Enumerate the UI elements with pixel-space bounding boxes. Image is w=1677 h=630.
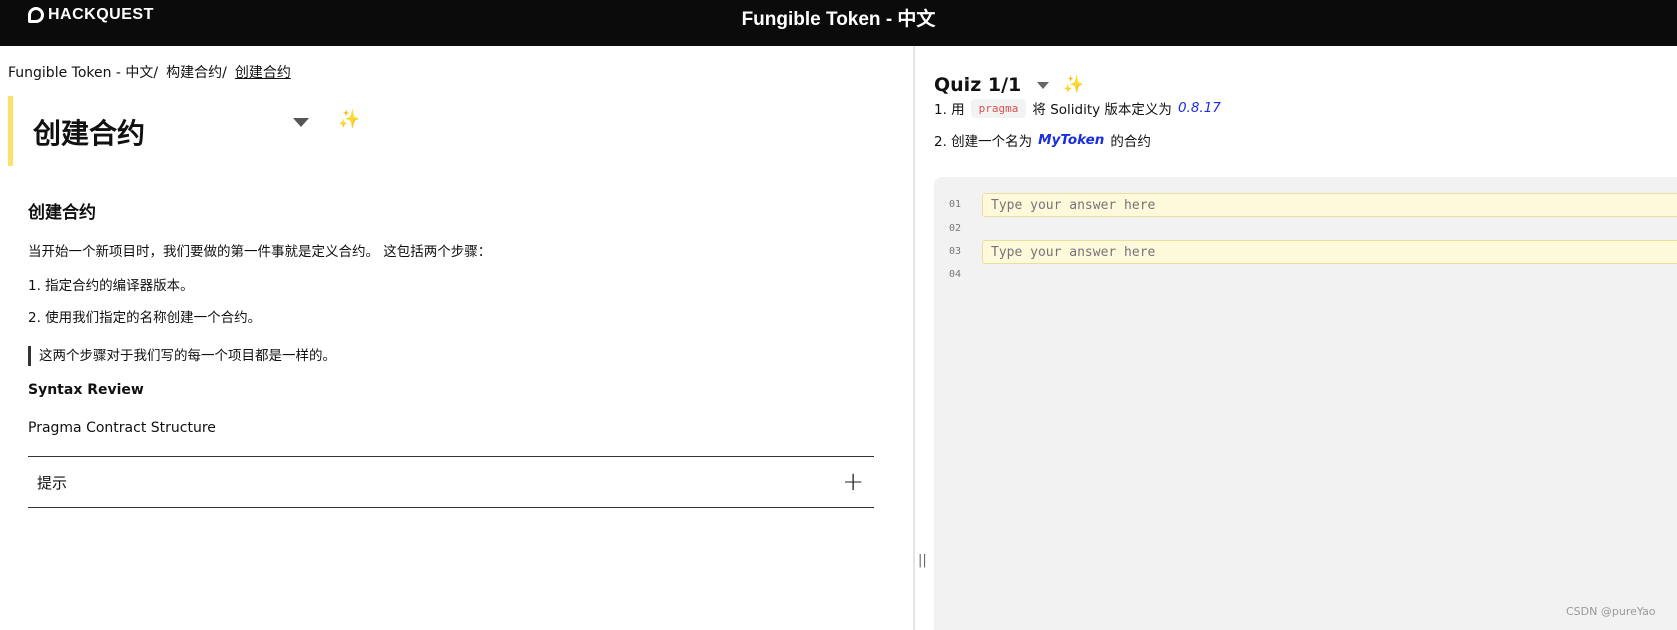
line-number: 02: [949, 223, 962, 234]
task-value: MyToken: [1038, 132, 1105, 148]
breadcrumb-unit[interactable]: 构建合约/: [166, 62, 227, 82]
breadcrumb: Fungible Token - 中文/ 构建合约/ 创建合约: [8, 62, 291, 82]
list-item: 1. 指定合约的编译器版本。: [28, 278, 194, 294]
code-chip: pragma: [970, 98, 1027, 118]
magic-wand-icon[interactable]: ✨: [338, 110, 360, 130]
quiz-pane: Quiz 1/1 ✨ 1. 用 pragma 将 Solidity 版本定义为 …: [915, 46, 1677, 630]
intro-text: 当开始一个新项目时，我们要做的第一件事就是定义合约。 这包括两个步骤：: [28, 244, 492, 260]
task-text: 2. 创建一个名为: [934, 134, 1033, 150]
line-number: 01: [949, 199, 962, 210]
watermark: CSDN @pureYao: [1566, 605, 1656, 618]
quiz-title: Quiz 1/1: [934, 74, 1022, 96]
plus-icon[interactable]: +: [842, 469, 864, 495]
quiz-task-2: 2. 创建一个名为 MyToken 的合约: [934, 130, 1151, 150]
hint-label: 提示: [37, 474, 68, 492]
answer-input-1[interactable]: [982, 193, 1677, 217]
task-text: 将 Solidity 版本定义为: [1032, 102, 1172, 118]
page-title: 创建合约: [33, 117, 146, 150]
lesson-pane: Fungible Token - 中文/ 构建合约/ 创建合约 创建合约 ✨ 创…: [0, 46, 913, 630]
blockquote: 这两个步骤对于我们写的每一个项目都是一样的。: [28, 346, 336, 366]
lesson-title-block: 创建合约: [8, 96, 368, 166]
quiz-header: Quiz 1/1 ✨: [934, 74, 1084, 96]
quiz-task-1: 1. 用 pragma 将 Solidity 版本定义为 0.8.17: [934, 98, 1221, 118]
task-text: 的合约: [1110, 134, 1151, 150]
syntax-review-item[interactable]: Pragma Contract Structure: [28, 420, 216, 436]
steps-list: 1. 指定合约的编译器版本。 2. 使用我们指定的名称创建一个合约。: [28, 276, 261, 340]
task-value: 0.8.17: [1177, 100, 1221, 116]
list-item: 2. 使用我们指定的名称创建一个合约。: [28, 310, 262, 326]
chevron-down-icon[interactable]: [293, 118, 309, 127]
course-title: Fungible Token - 中文: [741, 9, 936, 30]
code-editor: 01 02 03 04: [934, 177, 1677, 630]
breadcrumb-lesson[interactable]: 创建合约: [235, 62, 291, 82]
task-text: 1. 用: [934, 102, 965, 118]
section-heading: 创建合约: [28, 203, 96, 223]
syntax-review-heading: Syntax Review: [28, 382, 144, 398]
breadcrumb-course[interactable]: Fungible Token - 中文/: [8, 62, 158, 82]
top-bar: HACKQUEST Fungible Token - 中文: [0, 0, 1677, 46]
line-number: 04: [949, 269, 962, 280]
magic-wand-icon[interactable]: ✨: [1063, 75, 1084, 95]
line-number: 03: [949, 246, 962, 257]
answer-input-2[interactable]: [982, 240, 1677, 264]
chevron-down-icon[interactable]: [1037, 81, 1050, 89]
hint-accordion[interactable]: 提示 +: [28, 456, 874, 508]
